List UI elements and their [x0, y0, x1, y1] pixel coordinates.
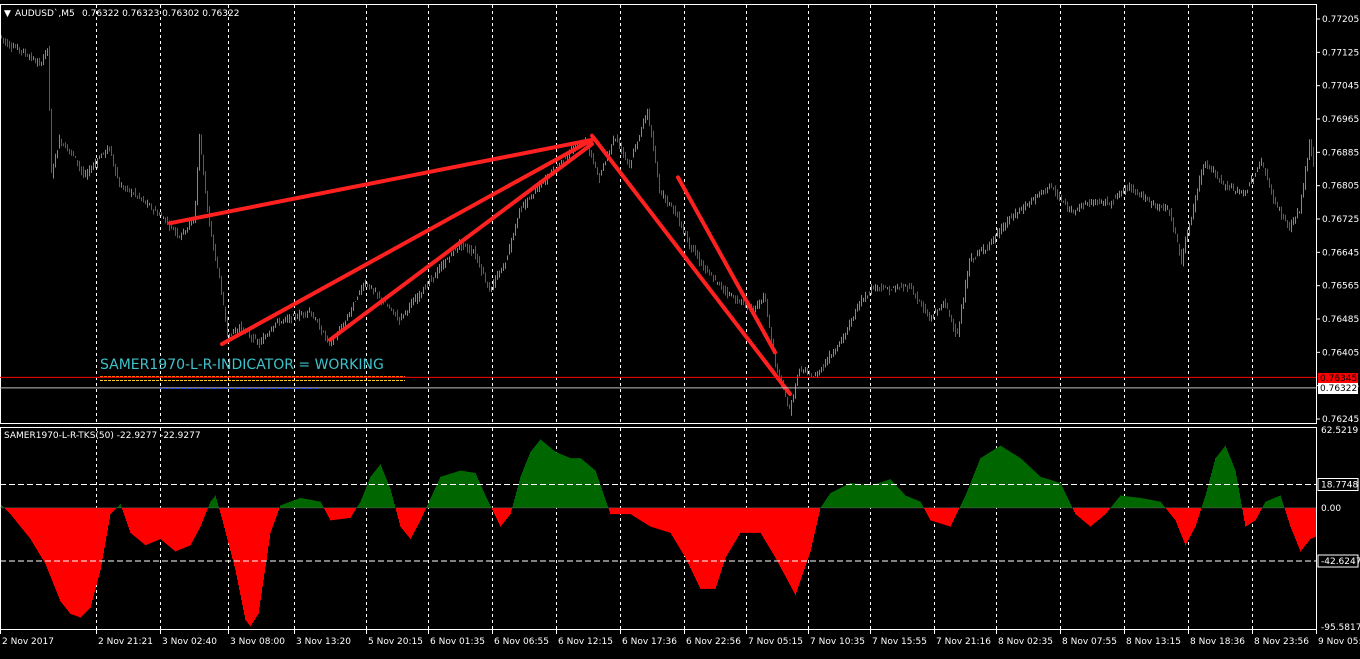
time-tick-label: 7 Nov 21:16	[936, 637, 991, 647]
time-tick-label: 7 Nov 10:35	[810, 637, 865, 647]
price-tick-label: 0.77205	[1322, 15, 1359, 25]
current-price-badge-text: 0.76322	[1320, 384, 1357, 394]
time-tick-label: 3 Nov 08:00	[230, 637, 285, 647]
time-tick-label: 2 Nov 2017	[2, 637, 54, 647]
indicator-tick-label: -95.5817	[1321, 623, 1360, 633]
time-tick-label: 3 Nov 13:20	[296, 637, 351, 647]
trading-chart[interactable]: SAMER1970-L-R-INDICATOR = WORKING ▼ AUDU…	[0, 0, 1360, 659]
symbol-label: AUDUSD`,M5	[15, 8, 75, 19]
time-tick-label: 7 Nov 05:15	[748, 637, 803, 647]
price-tick-label: 0.76405	[1322, 348, 1359, 358]
time-tick-label: 8 Nov 18:36	[1190, 637, 1245, 647]
indicator-status-label: SAMER1970-L-R-INDICATOR = WORKING	[100, 357, 384, 373]
time-tick-label: 8 Nov 23:56	[1254, 637, 1309, 647]
indicator-tick-label: 18.7748	[1321, 481, 1358, 491]
price-badges: 0.76345 0.76322	[1318, 373, 1358, 394]
time-tick-label: 8 Nov 02:35	[998, 637, 1053, 647]
ask-price-badge-text: 0.76345	[1320, 374, 1357, 384]
time-tick-label: 8 Nov 13:15	[1126, 637, 1181, 647]
time-tick-label: 6 Nov 12:15	[558, 637, 613, 647]
time-tick-label: 6 Nov 17:36	[622, 637, 677, 647]
time-tick-label: 2 Nov 21:21	[98, 637, 153, 647]
time-tick-label: 9 Nov 05:15	[1318, 637, 1360, 647]
price-tick-label: 0.76965	[1322, 115, 1359, 125]
time-tick-label: 5 Nov 20:15	[368, 637, 423, 647]
price-tick-label: 0.76725	[1322, 215, 1359, 225]
price-tick-label: 0.76485	[1322, 315, 1359, 325]
time-tick-label: 3 Nov 02:40	[162, 637, 217, 647]
price-tick-label: 0.77045	[1322, 82, 1359, 92]
indicator-tick-label: 0.00	[1321, 504, 1341, 514]
price-tick-label: 0.76645	[1322, 248, 1359, 258]
time-tick-label: 6 Nov 01:35	[430, 637, 485, 647]
price-tick-label: 0.77125	[1322, 48, 1359, 58]
time-tick-label: 6 Nov 06:55	[494, 637, 549, 647]
chart-header[interactable]: ▼ AUDUSD`,M5 0.76322 0.76323 0.76302 0.7…	[4, 8, 239, 19]
price-tick-label: 0.76885	[1322, 148, 1359, 158]
price-tick-label: 0.76245	[1322, 415, 1359, 425]
indicator-tick-label: -42.6247	[1321, 557, 1360, 567]
indicator-header: SAMER1970-L-R-TKS(50) -22.9277 -22.9277	[4, 431, 201, 441]
price-tick-label: 0.76805	[1322, 182, 1359, 192]
time-tick-label: 7 Nov 15:55	[872, 637, 927, 647]
dropdown-arrow-icon[interactable]: ▼	[4, 9, 11, 19]
time-tick-label: 8 Nov 07:55	[1062, 637, 1117, 647]
price-tick-label: 0.76565	[1322, 282, 1359, 292]
time-tick-label: 6 Nov 22:56	[686, 637, 741, 647]
chart-background	[0, 0, 1360, 659]
indicator-tick-label: 62.5219	[1321, 426, 1358, 436]
ohlc-readout: 0.76322 0.76323 0.76302 0.76322	[82, 9, 239, 19]
